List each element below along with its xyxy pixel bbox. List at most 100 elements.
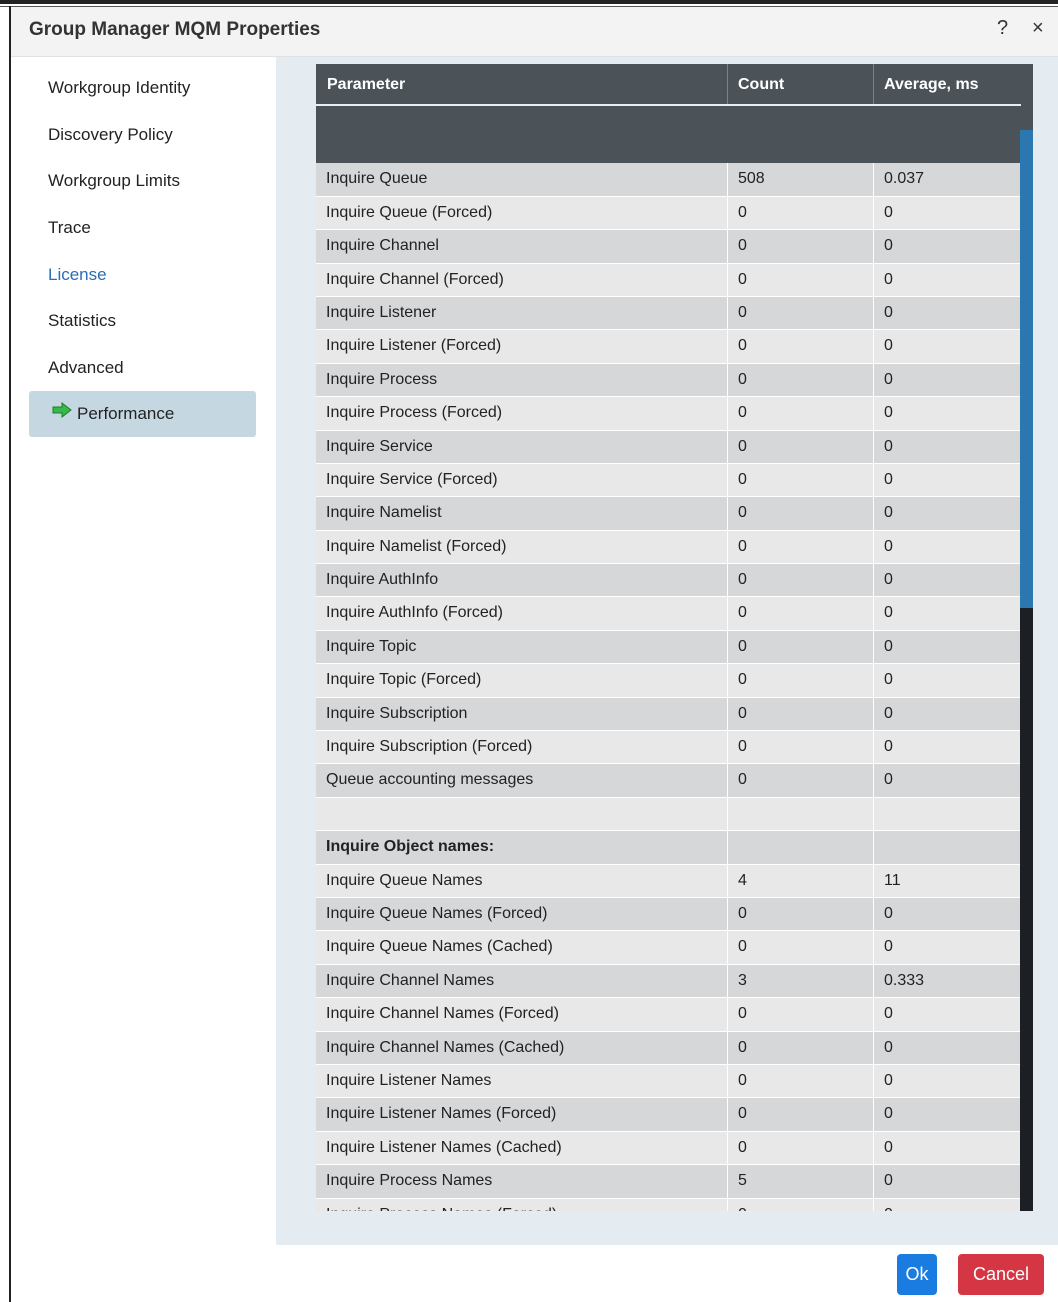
cell-average	[873, 797, 1020, 831]
table-row[interactable]: Inquire Channel (Forced) 0 0	[316, 263, 1020, 297]
cell-average: 0	[873, 263, 1020, 296]
cell-count: 0	[727, 196, 873, 230]
cell-average: 0.333	[873, 964, 1020, 998]
cell-parameter: Inquire Listener Names (Cached)	[326, 1138, 562, 1156]
cell-average: 0	[873, 630, 1020, 664]
column-header-parameter[interactable]: Parameter	[327, 76, 405, 94]
cell-average: 0	[873, 731, 1020, 764]
table-row[interactable]: Inquire Service 0 0	[316, 430, 1020, 464]
cell-count: 3	[727, 964, 873, 998]
cell-average: 0	[873, 1031, 1020, 1064]
cell-average: 0	[873, 430, 1020, 463]
column-divider	[727, 64, 728, 104]
cell-count: 0	[727, 263, 873, 296]
table-row[interactable]: Inquire Topic 0 0	[316, 630, 1020, 665]
table-row[interactable]: Inquire Listener Names (Cached) 0 0	[316, 1131, 1020, 1166]
sidebar-item-statistics[interactable]: Statistics	[29, 298, 256, 344]
sidebar-item-trace[interactable]: Trace	[29, 205, 256, 251]
cell-count: 0	[727, 497, 873, 530]
table-row[interactable]: Inquire Channel Names (Forced) 0 0	[316, 998, 1020, 1032]
table-row[interactable]: Inquire AuthInfo 0 0	[316, 564, 1020, 598]
table-row[interactable]: Inquire Process 0 0	[316, 363, 1020, 398]
cell-parameter: Inquire Channel (Forced)	[326, 270, 504, 288]
cell-average: 0	[873, 363, 1020, 397]
cell-parameter: Inquire Queue Names	[326, 871, 483, 889]
sidebar-item-label: Trace	[48, 218, 91, 237]
table-row[interactable]: Inquire Listener (Forced) 0 0	[316, 330, 1020, 364]
cell-average	[873, 130, 1020, 163]
sidebar-item-label: Workgroup Limits	[48, 171, 180, 190]
help-icon[interactable]: ?	[997, 17, 1008, 40]
table-row[interactable]: Inquire Process Names 5 0	[316, 1165, 1020, 1199]
cell-average: 0	[873, 230, 1020, 263]
table-row[interactable]: Inquire Channel Names 3 0.333	[316, 964, 1020, 999]
sidebar: Workgroup Identity Discovery Policy Work…	[11, 57, 276, 1245]
table-row[interactable]: Inquire Namelist (Forced) 0 0	[316, 530, 1020, 565]
table-row[interactable]: Inquire Service (Forced) 0 0	[316, 463, 1020, 498]
dialog-title: Group Manager MQM Properties	[29, 19, 321, 40]
cell-parameter: Inquire Queue Names (Forced)	[326, 904, 548, 922]
table-row[interactable]: Inquire Topic (Forced) 0 0	[316, 664, 1020, 698]
cell-parameter: Inquire AuthInfo (Forced)	[326, 604, 503, 622]
table-row[interactable]: Inquire Queue Names 4 11	[316, 864, 1020, 898]
cell-parameter: Inquire Namelist	[326, 504, 442, 522]
cell-average: 0	[873, 1165, 1020, 1198]
sidebar-item-workgroup-identity[interactable]: Workgroup Identity	[29, 65, 256, 111]
cell-count: 0	[727, 330, 873, 363]
sidebar-item-label: License	[48, 265, 107, 284]
cell-parameter: Inquire Listener (Forced)	[326, 337, 502, 355]
table-row[interactable]: Inquire Queue 508 0.037	[316, 163, 1020, 197]
cell-average: 0	[873, 1131, 1020, 1165]
table-row[interactable]: Queue accounting messages 0 0	[316, 764, 1020, 798]
table-row[interactable]: Inquire Namelist 0 0	[316, 497, 1020, 531]
column-header-count[interactable]: Count	[738, 76, 784, 94]
sidebar-item-workgroup-limits[interactable]: Workgroup Limits	[29, 158, 256, 204]
cell-average: 0	[873, 664, 1020, 697]
performance-panel: Parameter Count Average, ms Inquire Queu…	[276, 57, 1058, 1245]
cell-count	[727, 130, 873, 163]
table-row[interactable]	[316, 797, 1020, 832]
cell-parameter	[316, 798, 727, 830]
table-row[interactable]: Inquire Listener Names (Forced) 0 0	[316, 1098, 1020, 1132]
sidebar-item-advanced[interactable]: Advanced	[29, 345, 256, 391]
scrollbar-thumb[interactable]	[1020, 130, 1033, 608]
cell-parameter: Inquire Queue Names (Cached)	[326, 938, 553, 956]
table-row[interactable]: Inquire Queue Names (Cached) 0 0	[316, 931, 1020, 965]
table-row[interactable]	[316, 130, 1020, 164]
cell-average: 0	[873, 931, 1020, 964]
table-row[interactable]: Inquire Subscription 0 0	[316, 697, 1020, 732]
table-header: Parameter Count Average, ms	[316, 64, 1033, 130]
table-row[interactable]: Inquire Process Names (Forced)00	[316, 1198, 1020, 1211]
vertical-scrollbar[interactable]	[1020, 130, 1033, 1211]
cell-count: 508	[727, 163, 873, 196]
cancel-button[interactable]: Cancel	[958, 1254, 1044, 1295]
cell-count: 0	[727, 764, 873, 797]
cell-count: 0	[727, 1064, 873, 1098]
table-row[interactable]: Inquire Process (Forced) 0 0	[316, 397, 1020, 431]
table-row[interactable]: Inquire Listener 0 0	[316, 296, 1020, 331]
cell-count: 0	[727, 931, 873, 964]
ok-button[interactable]: Ok	[897, 1254, 937, 1295]
table-row[interactable]: Inquire Queue (Forced) 0 0	[316, 196, 1020, 231]
cell-parameter: Inquire Queue	[326, 170, 428, 188]
sidebar-item-license[interactable]: License	[29, 252, 256, 298]
cell-average: 0	[873, 998, 1020, 1031]
table-row[interactable]: Inquire Channel Names (Cached) 0 0	[316, 1031, 1020, 1065]
sidebar-item-discovery-policy[interactable]: Discovery Policy	[29, 112, 256, 158]
cell-average: 0	[873, 897, 1020, 931]
cell-parameter: Inquire Namelist (Forced)	[326, 537, 507, 555]
table-row[interactable]: Inquire Queue Names (Forced) 0 0	[316, 897, 1020, 932]
cell-average: 0	[873, 1198, 1020, 1211]
close-icon[interactable]: ×	[1032, 17, 1044, 40]
cell-count: 0	[727, 463, 873, 497]
cell-count: 4	[727, 864, 873, 897]
table-row[interactable]: Inquire AuthInfo (Forced) 0 0	[316, 597, 1020, 631]
table-row[interactable]: Inquire Subscription (Forced) 0 0	[316, 731, 1020, 765]
table-row[interactable]: Inquire Channel 0 0	[316, 230, 1020, 264]
cell-parameter: Inquire Channel	[326, 237, 439, 255]
column-header-average[interactable]: Average, ms	[884, 76, 979, 94]
cell-count: 0	[727, 697, 873, 731]
table-row[interactable]: Inquire Object names:	[316, 831, 1020, 865]
sidebar-item-performance[interactable]: Performance	[29, 391, 256, 437]
table-row[interactable]: Inquire Listener Names 0 0	[316, 1064, 1020, 1099]
